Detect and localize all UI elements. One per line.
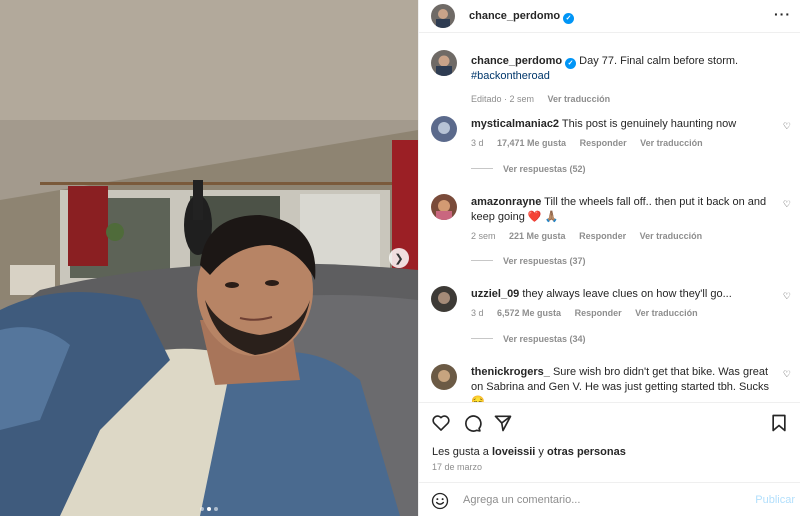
comments-list[interactable]: chance_perdomo ✓ Day 77. Final calm befor…	[419, 34, 800, 402]
comment-like-heart-icon[interactable]: ♡	[783, 199, 791, 210]
smiley-icon[interactable]	[431, 492, 449, 510]
post-header: chance_perdomo ✓ ···	[419, 0, 800, 33]
comment-translate[interactable]: Ver traducción	[640, 138, 703, 148]
carousel-dot	[214, 507, 218, 511]
post-actions-bar	[419, 402, 800, 440]
view-replies-label[interactable]: Ver respuestas (52)	[503, 164, 586, 174]
caption-edited: Editado · 2 sem	[471, 94, 535, 104]
caption-username[interactable]: chance_perdomo	[471, 55, 562, 67]
comment-reply[interactable]: Responder	[575, 308, 622, 318]
comment-body: uzziel_09 they always leave clues on how…	[471, 287, 775, 321]
likes-prefix: Les gusta a	[432, 446, 489, 458]
carousel-dot	[200, 507, 204, 511]
comment-reply[interactable]: Responder	[580, 138, 627, 148]
comment-meta: 2 sem 221 Me gusta Responder Ver traducc…	[471, 229, 775, 244]
comment-meta: 3 d 6,572 Me gusta Responder Ver traducc…	[471, 306, 775, 321]
chevron-right-icon: ❯	[394, 252, 404, 265]
publish-button[interactable]: Publicar	[755, 494, 795, 506]
verified-badge-icon: ✓	[565, 58, 577, 69]
comment-time: 2 sem	[471, 231, 496, 241]
comment-input[interactable]	[463, 491, 743, 509]
comment-text: This post is genuinely haunting now	[561, 118, 737, 130]
comment-time: 3 d	[471, 138, 484, 148]
commenter-avatar[interactable]	[431, 364, 457, 390]
comment-like-heart-icon[interactable]: ♡	[783, 121, 791, 132]
comment-body: thenickrogers_ Sure wish bro didn't get …	[471, 365, 775, 402]
likes-connector: y	[538, 446, 544, 458]
comment-icon[interactable]	[462, 413, 482, 433]
comment-likes[interactable]: 6,572 Me gusta	[497, 308, 561, 318]
view-replies-label[interactable]: Ver respuestas (34)	[503, 334, 586, 344]
author-username[interactable]: chance_perdomo ✓	[469, 10, 575, 24]
replies-divider	[471, 168, 493, 169]
author-avatar[interactable]	[431, 50, 457, 76]
comment-likes[interactable]: 17,471 Me gusta	[497, 138, 566, 148]
comment-reply[interactable]: Responder	[579, 231, 626, 241]
commenter-avatar[interactable]	[431, 194, 457, 220]
likes-others[interactable]: otras personas	[547, 446, 626, 458]
comment-translate[interactable]: Ver traducción	[635, 308, 698, 318]
replies-divider	[471, 260, 493, 261]
more-options-icon[interactable]: ···	[774, 6, 791, 22]
comment-likes[interactable]: 221 Me gusta	[509, 231, 566, 241]
post-panel: chance_perdomo ✓ ··· chance_perdomo ✓ Day …	[418, 0, 800, 516]
view-replies-button[interactable]: Ver respuestas (37)	[471, 256, 586, 266]
comment-meta: 3 d 17,471 Me gusta Responder Ver traduc…	[471, 136, 775, 151]
commenter-avatar[interactable]	[431, 116, 457, 142]
comment-translate[interactable]: Ver traducción	[640, 231, 703, 241]
comment-body: mysticalmaniac2 This post is genuinely h…	[471, 117, 775, 151]
replies-divider	[471, 338, 493, 339]
caption-text: Day 77. Final calm before storm.	[579, 55, 739, 67]
likes-summary: Les gusta a loveissii y otras personas	[432, 446, 626, 458]
comment-time: 3 d	[471, 308, 484, 318]
carousel-dot-active	[207, 507, 211, 511]
verified-badge-icon: ✓	[563, 13, 575, 24]
caption-hashtag[interactable]: #backontheroad	[471, 70, 550, 82]
author-username-text[interactable]: chance_perdomo	[469, 10, 560, 22]
view-replies-button[interactable]: Ver respuestas (52)	[471, 164, 586, 174]
share-icon[interactable]	[493, 413, 513, 433]
caption-translate[interactable]: Ver traducción	[548, 94, 611, 104]
comment-body: amazonrayne Till the wheels fall off.. t…	[471, 195, 775, 244]
commenter-username[interactable]: amazonrayne	[471, 196, 541, 208]
view-replies-label[interactable]: Ver respuestas (37)	[503, 256, 586, 266]
view-replies-button[interactable]: Ver respuestas (34)	[471, 334, 586, 344]
commenter-username[interactable]: uzziel_09	[471, 288, 519, 300]
post-photo: ❯	[0, 0, 418, 516]
commenter-username[interactable]: thenickrogers_	[471, 366, 550, 378]
comment-like-heart-icon[interactable]: ♡	[783, 369, 791, 380]
selfie-image	[0, 0, 418, 516]
caption-text-block: chance_perdomo ✓ Day 77. Final calm befor…	[471, 54, 781, 107]
author-avatar[interactable]	[431, 4, 455, 28]
post-date: 17 de marzo	[432, 462, 483, 472]
heart-icon[interactable]	[431, 413, 451, 433]
bookmark-icon[interactable]	[769, 413, 789, 433]
carousel-next-button[interactable]: ❯	[389, 248, 409, 268]
carousel-indicator	[0, 507, 418, 511]
likes-user[interactable]: loveissii	[492, 446, 535, 458]
commenter-avatar[interactable]	[431, 286, 457, 312]
comment-like-heart-icon[interactable]: ♡	[783, 291, 791, 302]
add-comment-bar: Publicar	[419, 482, 800, 516]
commenter-username[interactable]: mysticalmaniac2	[471, 118, 559, 130]
caption-meta: Editado · 2 sem Ver traducción	[471, 92, 781, 107]
comment-text: they always leave clues on how they'll g…	[522, 288, 732, 300]
